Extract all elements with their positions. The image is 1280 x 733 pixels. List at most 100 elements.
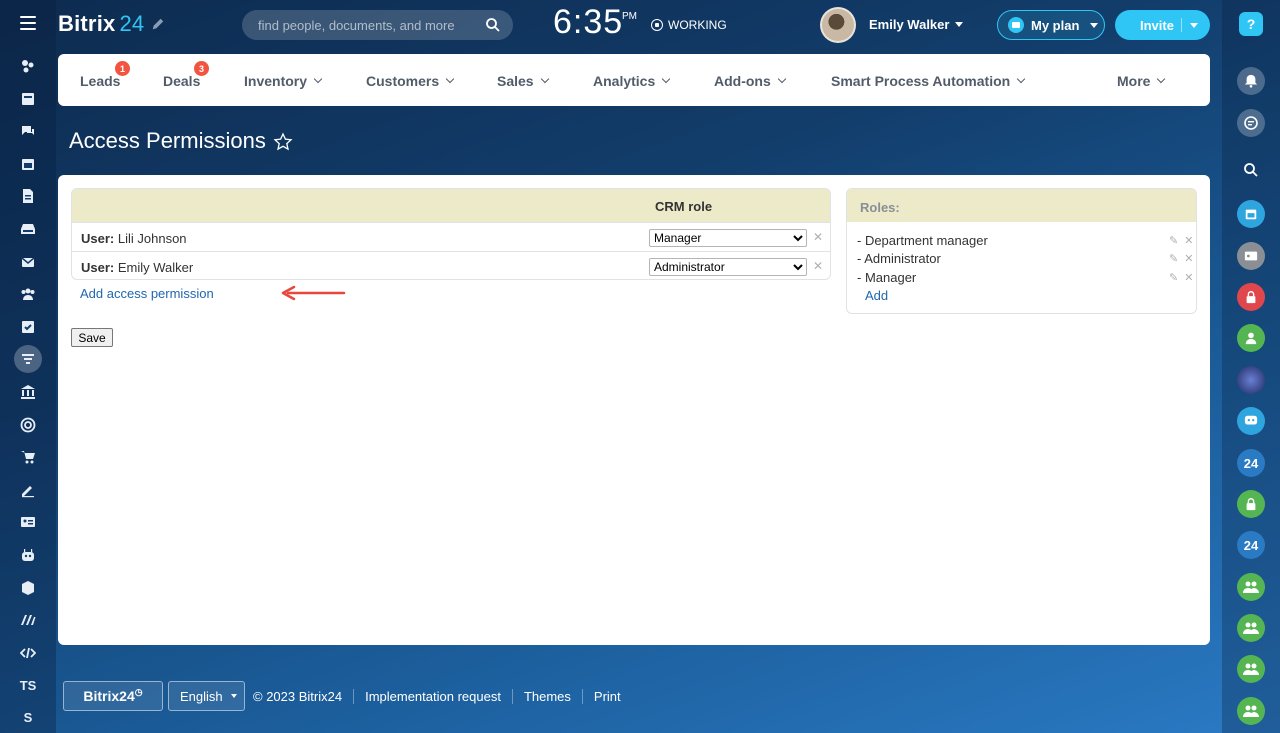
robot-icon[interactable] bbox=[14, 541, 42, 569]
clock-suffix: PM bbox=[622, 11, 637, 22]
group-icon[interactable] bbox=[1237, 655, 1265, 683]
pencil-icon[interactable]: ✎ bbox=[1169, 271, 1178, 284]
mail-icon[interactable] bbox=[14, 248, 42, 276]
search-icon[interactable] bbox=[1237, 156, 1265, 184]
remove-icon[interactable]: ✕ bbox=[813, 259, 823, 273]
my-plan-button[interactable]: My plan bbox=[997, 10, 1105, 40]
nav-item-label: Smart Process Automation bbox=[831, 73, 1011, 89]
cart-icon[interactable] bbox=[14, 443, 42, 471]
chevron-down-icon bbox=[1157, 74, 1166, 84]
newspaper-icon[interactable] bbox=[14, 85, 42, 113]
sidebar-item-ts[interactable]: TS bbox=[14, 671, 42, 699]
user-icon[interactable] bbox=[1237, 324, 1265, 352]
nav-item-smart-process-automation[interactable]: Smart Process Automation bbox=[831, 73, 1026, 89]
calendar-icon[interactable] bbox=[1237, 200, 1265, 228]
permission-user-name: Emily Walker bbox=[117, 260, 194, 275]
nav-item-deals[interactable]: Deals 3 bbox=[163, 61, 209, 89]
language-select[interactable]: English bbox=[168, 681, 245, 711]
save-button[interactable]: Save bbox=[71, 328, 113, 347]
footer-logo-text: Bitrix24 bbox=[83, 688, 135, 704]
close-icon[interactable]: ✕ bbox=[1184, 234, 1193, 247]
permission-user-name: Lili Johnson bbox=[117, 231, 187, 246]
bitrix24-icon[interactable]: 24 bbox=[1237, 449, 1265, 477]
group-icon[interactable] bbox=[1237, 573, 1265, 601]
feed-icon[interactable] bbox=[14, 52, 42, 80]
nav-item-analytics[interactable]: Analytics bbox=[593, 73, 671, 89]
briefcase-icon bbox=[1008, 17, 1024, 33]
add-access-permission-link[interactable]: Add access permission bbox=[80, 286, 214, 301]
permissions-table-header: CRM role bbox=[72, 189, 830, 222]
left-sidebar: TS S bbox=[0, 0, 56, 733]
pencil-icon[interactable]: ✎ bbox=[1169, 234, 1178, 247]
contact-card-icon[interactable] bbox=[1237, 242, 1265, 270]
roles-header: Roles: bbox=[847, 189, 1196, 222]
clock[interactable]: 6:35 bbox=[553, 3, 623, 42]
notifications-icon[interactable] bbox=[1237, 67, 1265, 95]
code-icon[interactable] bbox=[14, 639, 42, 667]
sign-icon[interactable] bbox=[14, 476, 42, 504]
search-icon[interactable] bbox=[485, 17, 501, 33]
nav-item-inventory[interactable]: Inventory bbox=[244, 73, 323, 89]
footer-link-implementation[interactable]: Implementation request bbox=[353, 689, 512, 704]
nav-item-leads[interactable]: Leads 1 bbox=[80, 61, 130, 89]
remove-icon[interactable]: ✕ bbox=[813, 230, 823, 244]
pencil-icon[interactable] bbox=[151, 17, 165, 31]
contact-card-icon[interactable] bbox=[14, 508, 42, 536]
group-icon[interactable] bbox=[1237, 697, 1265, 725]
avatar[interactable] bbox=[1237, 366, 1265, 394]
document-icon[interactable] bbox=[14, 182, 42, 210]
group-icon[interactable] bbox=[1237, 614, 1265, 642]
bitrix-logo[interactable]: Bitrix 24 bbox=[58, 11, 144, 37]
chevron-down-icon[interactable] bbox=[1190, 23, 1198, 28]
star-icon[interactable] bbox=[273, 132, 293, 152]
nav-item-add-ons[interactable]: Add-ons bbox=[714, 73, 787, 89]
calendar-icon[interactable] bbox=[14, 150, 42, 178]
avatar[interactable] bbox=[820, 7, 856, 43]
chevron-down-icon bbox=[662, 74, 671, 84]
invite-button[interactable]: Invite bbox=[1115, 10, 1210, 40]
nav-item-label: Deals bbox=[163, 73, 201, 89]
search-input[interactable] bbox=[242, 10, 513, 40]
chevron-down-icon bbox=[540, 74, 549, 84]
arrow-left-icon bbox=[281, 285, 346, 301]
drive-icon[interactable] bbox=[14, 215, 42, 243]
chat-search-icon[interactable] bbox=[1237, 109, 1265, 137]
work-status[interactable]: WORKING bbox=[651, 18, 727, 32]
table-row: User: Lili Johnson Department manager Ad… bbox=[72, 222, 830, 251]
nav-item-sales[interactable]: Sales bbox=[497, 73, 549, 89]
close-icon[interactable]: ✕ bbox=[1184, 271, 1193, 284]
add-role-link[interactable]: Add bbox=[865, 288, 888, 303]
tasks-icon[interactable] bbox=[14, 313, 42, 341]
target-icon[interactable] bbox=[14, 411, 42, 439]
menu-icon[interactable] bbox=[20, 16, 36, 30]
nav-item-more[interactable]: More bbox=[1117, 73, 1166, 89]
pencil-icon[interactable]: ✎ bbox=[1169, 252, 1178, 265]
chevron-down-icon[interactable] bbox=[955, 22, 963, 27]
lock-icon[interactable] bbox=[1237, 490, 1265, 518]
nav-item-label: Analytics bbox=[593, 73, 656, 89]
footer-link-print[interactable]: Print bbox=[581, 689, 632, 704]
role-tools: ✎ ✕ bbox=[1169, 252, 1193, 265]
marketing-icon[interactable] bbox=[14, 606, 42, 634]
footer-logo[interactable]: Bitrix24 ◷ bbox=[63, 681, 163, 711]
bitrix24-icon[interactable]: 24 bbox=[1237, 531, 1265, 559]
bank-icon[interactable] bbox=[14, 378, 42, 406]
chat-icon[interactable] bbox=[14, 117, 42, 145]
chevron-down-icon bbox=[1016, 74, 1026, 84]
nav-item-label: More bbox=[1117, 73, 1151, 89]
user-name[interactable]: Emily Walker bbox=[869, 17, 949, 32]
chevron-down-icon bbox=[777, 74, 787, 84]
crm-role-select[interactable]: Department manager Administrator Manager bbox=[649, 258, 807, 276]
crm-role-select[interactable]: Department manager Administrator Manager bbox=[649, 229, 807, 247]
lock-icon[interactable] bbox=[1237, 283, 1265, 311]
crm-filter-icon[interactable] bbox=[14, 345, 42, 374]
group-chat-icon[interactable] bbox=[1237, 407, 1265, 435]
help-button[interactable]: ? bbox=[1239, 12, 1263, 36]
team-icon[interactable] bbox=[14, 280, 42, 308]
sidebar-item-s[interactable]: S bbox=[14, 704, 42, 732]
close-icon[interactable]: ✕ bbox=[1184, 252, 1193, 265]
footer-link-themes[interactable]: Themes bbox=[511, 689, 582, 704]
box-icon[interactable] bbox=[14, 574, 42, 602]
nav-item-customers[interactable]: Customers bbox=[366, 73, 455, 89]
right-sidebar: ? 24 24 bbox=[1222, 0, 1280, 733]
